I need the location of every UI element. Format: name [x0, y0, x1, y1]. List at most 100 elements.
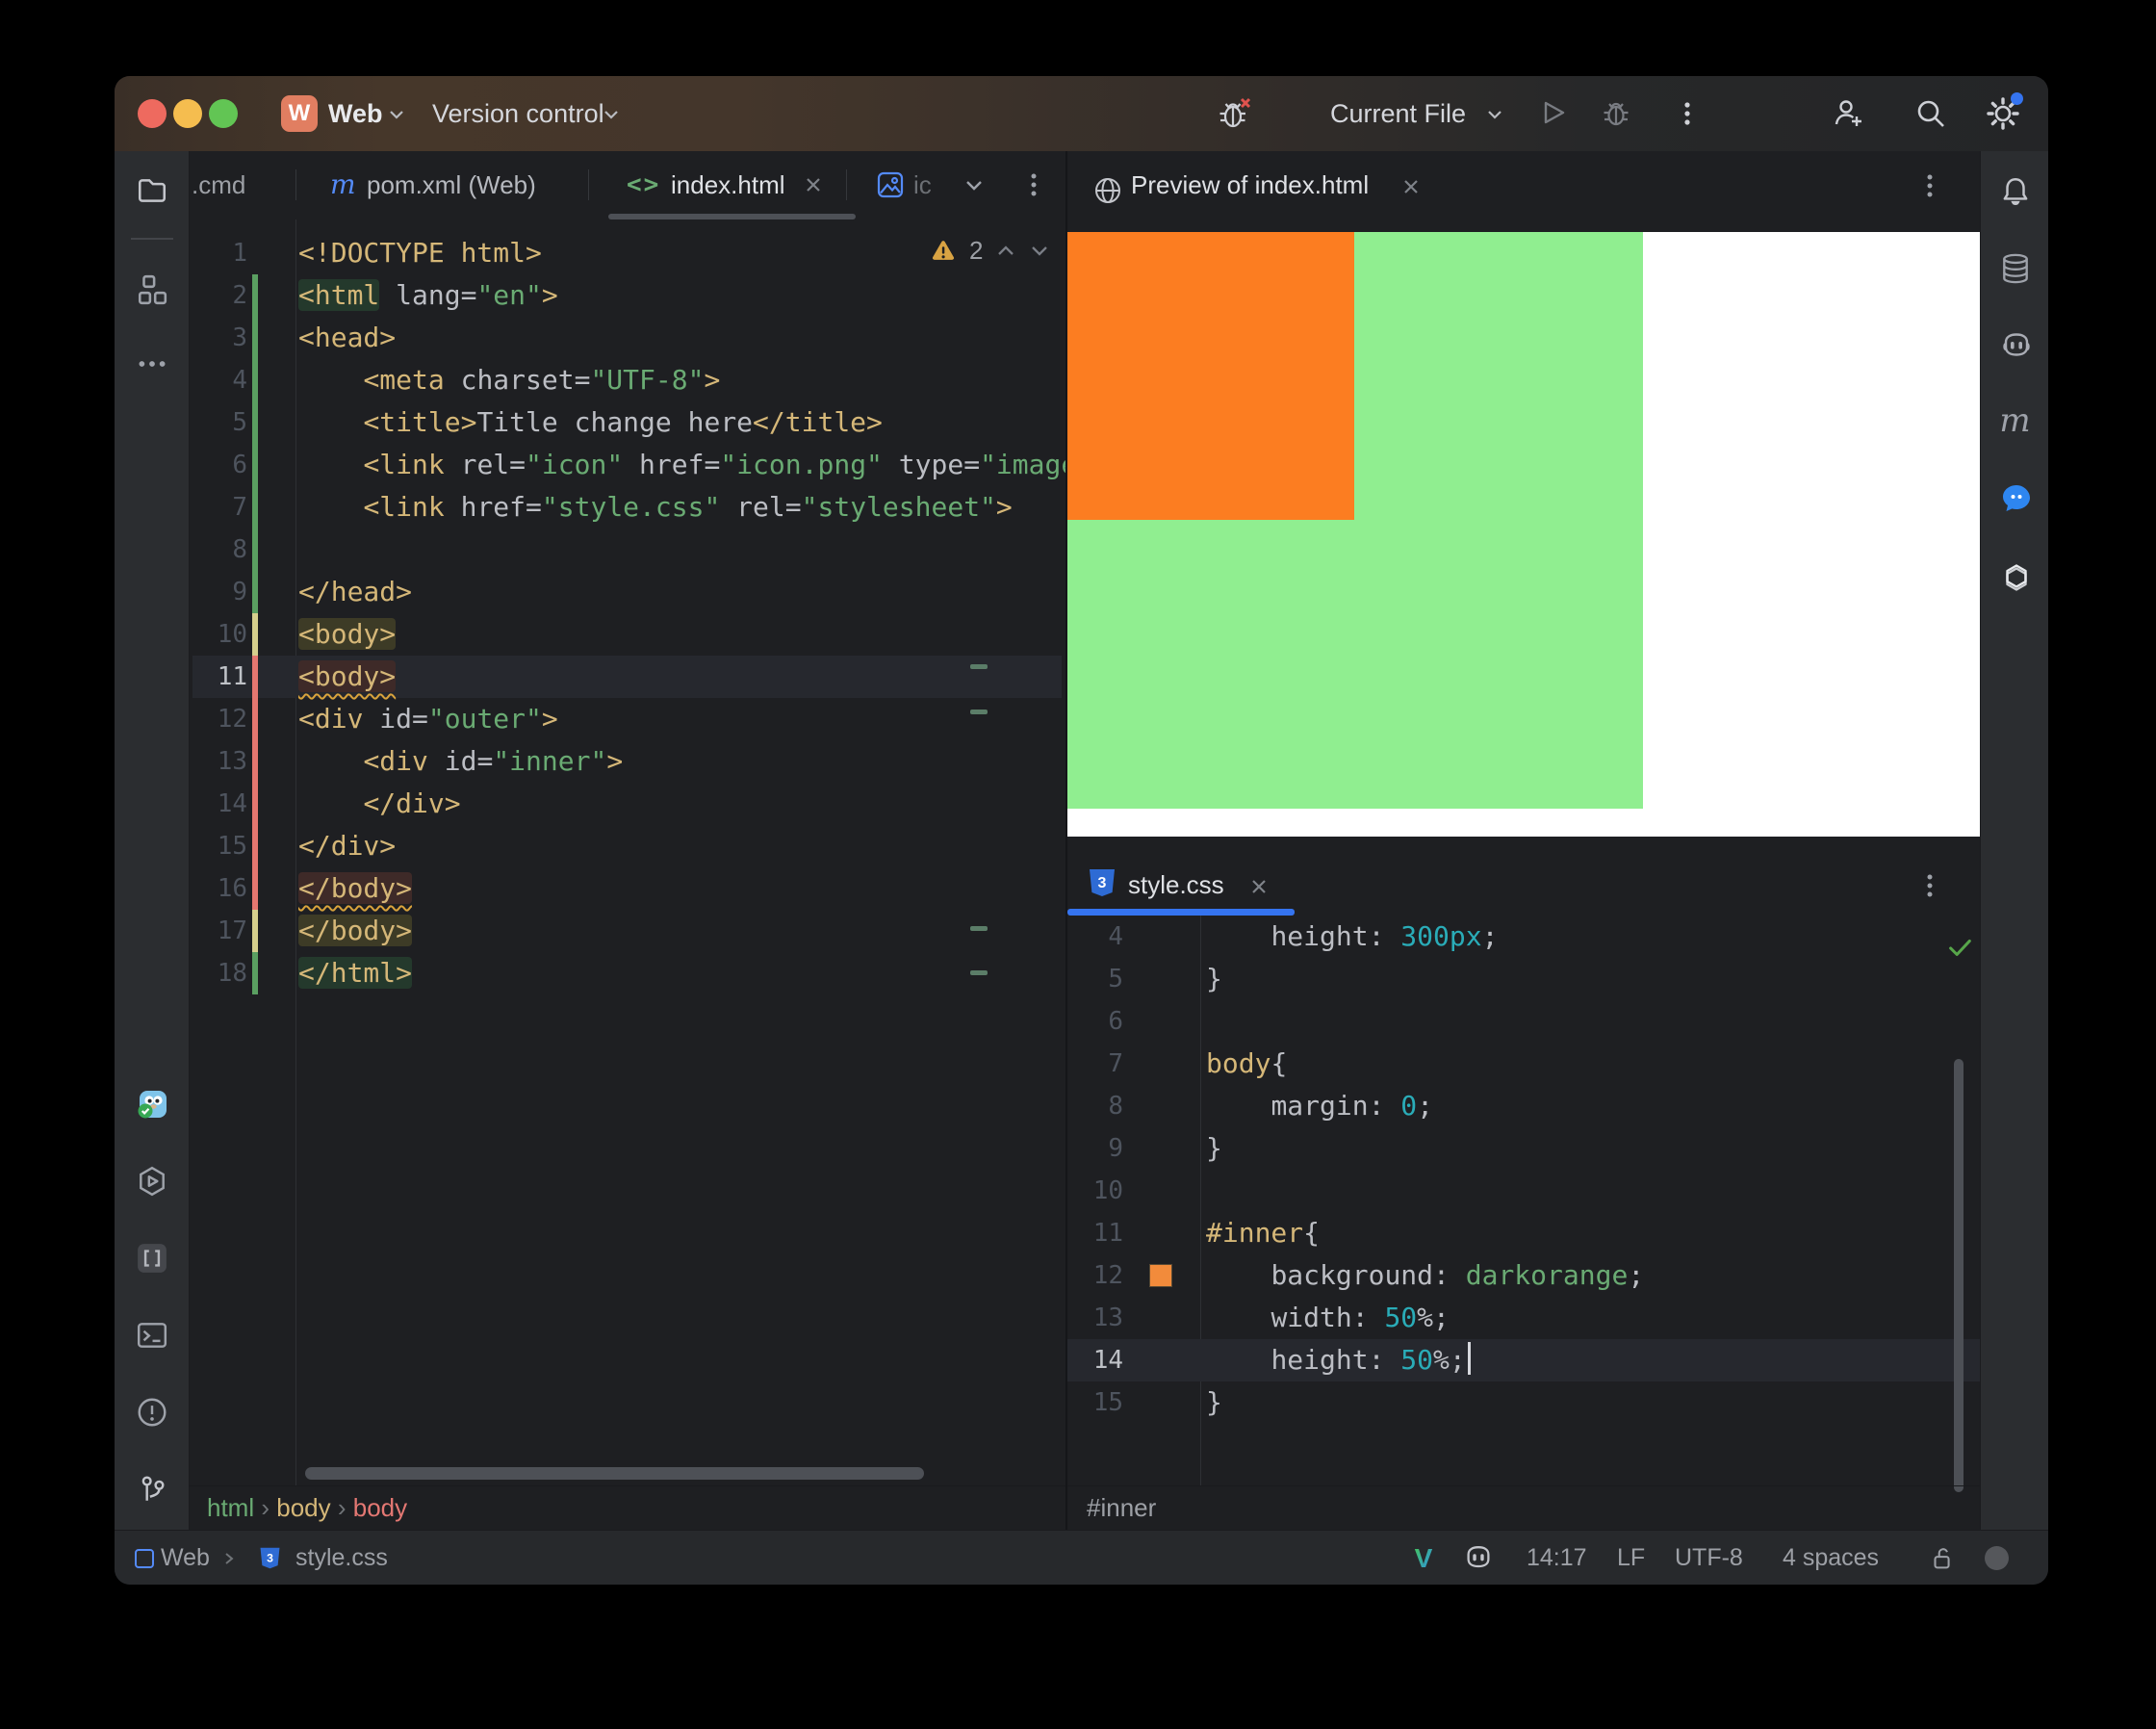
terminal-icon[interactable]: [136, 1319, 168, 1352]
gutter-change-bar: [252, 698, 258, 740]
warning-icon: [930, 238, 957, 265]
structure-icon[interactable]: [136, 273, 168, 306]
tab-cmd[interactable]: .cmd: [192, 151, 245, 219]
tab-icon-png[interactable]: ic: [913, 151, 932, 219]
status-project[interactable]: Web: [161, 1531, 210, 1585]
tab-index-html[interactable]: index.html: [671, 151, 785, 219]
html-editor-pane[interactable]: .cmd m pom.xml (Web) <> index.html ic 1<…: [189, 151, 1065, 1530]
tab-strip-scrollbar[interactable]: [608, 214, 856, 219]
tab-preview[interactable]: Preview of index.html: [1131, 151, 1369, 219]
close-window-button[interactable]: [138, 99, 167, 128]
vcs-widget-icon[interactable]: V: [1409, 1543, 1438, 1574]
status-file[interactable]: style.css: [295, 1531, 388, 1585]
maven-icon[interactable]: m: [1999, 404, 2032, 437]
tab-pom[interactable]: pom.xml (Web): [367, 151, 536, 219]
chevron-down-icon[interactable]: [962, 178, 986, 194]
chevron-up-icon[interactable]: [995, 244, 1016, 258]
copilot-icon[interactable]: [1999, 329, 2032, 362]
breadcrumb-item[interactable]: body: [353, 1493, 407, 1522]
code-line: height: 300px;: [1206, 916, 1498, 958]
kebab-icon[interactable]: [1018, 169, 1049, 200]
vcs-menu[interactable]: Version control: [432, 76, 604, 151]
vertical-scrollbar[interactable]: [1954, 1059, 1964, 1492]
gopher-plugin-icon[interactable]: [136, 1088, 168, 1121]
copilot-status-icon[interactable]: [1462, 1542, 1495, 1575]
code-line: width: 50%;: [1206, 1297, 1450, 1339]
image-icon: [875, 169, 906, 200]
code-line: </html>: [298, 952, 412, 994]
check-icon[interactable]: [1945, 933, 1974, 962]
line-number: 8: [1075, 1085, 1123, 1127]
horizontal-scrollbar[interactable]: [305, 1467, 924, 1480]
change-mark[interactable]: [970, 664, 988, 669]
code-line: <body>: [298, 656, 396, 698]
problems-icon[interactable]: [136, 1396, 168, 1429]
project-menu[interactable]: Web: [328, 76, 383, 151]
openai-icon[interactable]: [1999, 560, 2032, 593]
bug-disconnect-icon[interactable]: [1218, 96, 1252, 131]
add-user-icon[interactable]: [1832, 96, 1866, 131]
line-separator[interactable]: LF: [1617, 1531, 1645, 1585]
line-number: 14: [191, 783, 247, 825]
line-number: 17: [191, 910, 247, 952]
close-icon[interactable]: [1400, 176, 1422, 197]
caret-position[interactable]: 14:17: [1527, 1531, 1587, 1585]
lock-open-icon[interactable]: [1928, 1544, 1957, 1573]
gutter-change-bar: [252, 783, 258, 825]
maven-icon: m: [330, 168, 359, 201]
gutter-change-bar: [252, 656, 258, 698]
code-line: margin: 0;: [1206, 1085, 1433, 1127]
breadcrumb[interactable]: html › body › body: [207, 1485, 407, 1530]
close-icon[interactable]: [803, 174, 824, 195]
svg-text:V: V: [1415, 1543, 1433, 1573]
status-indicator[interactable]: [1985, 1546, 2009, 1570]
gutter-change-bar: [252, 359, 258, 401]
code-line: <head>: [298, 317, 396, 359]
statusbar: Web 3 style.css V 14:17 LF UTF-8 4 space…: [115, 1530, 2048, 1585]
minimize-window-button[interactable]: [173, 99, 202, 128]
change-mark[interactable]: [970, 926, 988, 931]
search-icon[interactable]: [1913, 96, 1948, 131]
line-number: 6: [1075, 1000, 1123, 1043]
code-line: <html lang="en">: [298, 274, 558, 317]
bell-icon[interactable]: [1999, 175, 2032, 208]
line-number: 9: [1075, 1127, 1123, 1170]
breadcrumb-separator: ›: [254, 1493, 276, 1522]
git-branch-icon[interactable]: [136, 1473, 168, 1506]
play-icon[interactable]: [1536, 96, 1571, 131]
folder-icon[interactable]: [136, 174, 168, 207]
text-cursor: [1468, 1342, 1471, 1375]
gutter-change-bar: [252, 825, 258, 867]
brackets-icon[interactable]: [136, 1242, 168, 1275]
code-line: </head>: [298, 571, 412, 613]
code-line: </body>: [298, 910, 412, 952]
database-icon[interactable]: [1999, 252, 2032, 285]
breadcrumb[interactable]: #inner: [1087, 1485, 1156, 1530]
run-config-selector[interactable]: Current File: [1330, 76, 1466, 151]
breadcrumb-item[interactable]: html: [207, 1493, 254, 1522]
services-icon[interactable]: [136, 1165, 168, 1198]
gear-icon[interactable]: [1986, 96, 2020, 131]
more-icon[interactable]: [136, 348, 168, 380]
kebab-icon[interactable]: [1671, 97, 1706, 132]
change-mark[interactable]: [970, 710, 988, 714]
svg-text:3: 3: [267, 1551, 273, 1564]
chevron-down-icon[interactable]: [1029, 244, 1050, 258]
color-swatch[interactable]: [1149, 1264, 1172, 1287]
chat-icon[interactable]: [1999, 481, 2032, 514]
right-pane: Preview of index.html 3 style.css 4 heig…: [1067, 151, 1980, 1530]
change-mark[interactable]: [970, 970, 988, 975]
indent-setting[interactable]: 4 spaces: [1783, 1531, 1879, 1585]
zoom-window-button[interactable]: [209, 99, 238, 128]
inspection-widget[interactable]: 2: [930, 236, 1050, 266]
kebab-icon[interactable]: [1914, 870, 1945, 901]
close-icon[interactable]: [1248, 876, 1270, 897]
warning-count: 2: [969, 236, 983, 266]
line-number: 12: [1075, 1254, 1123, 1297]
debug-icon[interactable]: [1600, 96, 1634, 131]
file-encoding[interactable]: UTF-8: [1675, 1531, 1743, 1585]
kebab-icon[interactable]: [1914, 170, 1945, 201]
preview-inner-div: [1067, 232, 1354, 520]
breadcrumb-item[interactable]: body: [276, 1493, 330, 1522]
line-number: 3: [191, 317, 247, 359]
